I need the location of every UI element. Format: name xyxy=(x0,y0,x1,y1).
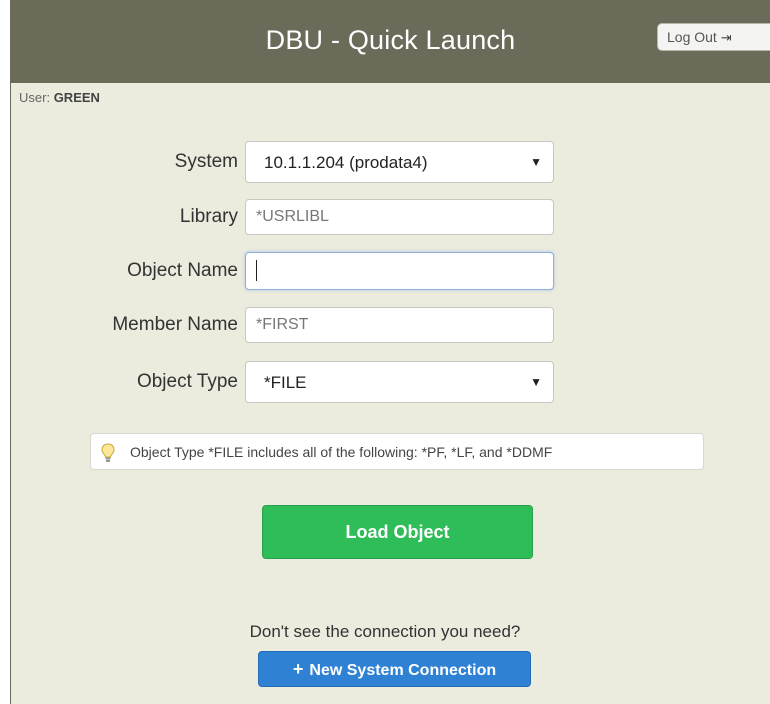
left-border xyxy=(0,0,11,704)
user-name: GREEN xyxy=(53,90,100,105)
member-name-label: Member Name xyxy=(112,314,238,335)
logout-label: Log Out xyxy=(667,29,717,45)
system-row: System 10.1.1.204 (prodata4) ▼ xyxy=(0,141,770,183)
dropdown-arrow-icon: ▼ xyxy=(530,375,542,389)
member-name-input[interactable]: *FIRST xyxy=(245,307,554,343)
object-name-label: Object Name xyxy=(127,260,238,281)
logout-button[interactable]: Log Out ⇥ xyxy=(657,23,770,51)
dropdown-arrow-icon: ▼ xyxy=(530,155,542,169)
object-name-row: Object Name xyxy=(0,252,770,290)
object-type-select[interactable]: *FILE ▼ xyxy=(245,361,554,403)
object-name-input[interactable] xyxy=(245,252,554,290)
sign-out-icon: ⇥ xyxy=(720,30,732,45)
lightbulb-icon xyxy=(101,443,115,466)
library-input[interactable]: *USRLIBL xyxy=(245,199,554,235)
object-type-label: Object Type xyxy=(136,371,238,392)
system-value: 10.1.1.204 (prodata4) xyxy=(264,153,428,172)
load-object-button[interactable]: Load Object xyxy=(262,505,533,559)
member-name-placeholder: *FIRST xyxy=(256,316,309,333)
object-type-value: *FILE xyxy=(264,373,307,392)
text-cursor xyxy=(256,260,257,281)
plus-icon: + xyxy=(292,659,304,679)
connection-help-text: Don't see the connection you need? xyxy=(249,622,521,641)
object-type-tip: Object Type *FILE includes all of the fo… xyxy=(90,433,704,470)
tip-text: Object Type *FILE includes all of the fo… xyxy=(130,444,553,460)
object-type-row: Object Type *FILE ▼ xyxy=(0,361,770,403)
user-info: User: GREEN xyxy=(19,90,100,105)
library-row: Library *USRLIBL xyxy=(0,199,770,235)
system-label: System xyxy=(174,151,238,172)
system-select[interactable]: 10.1.1.204 (prodata4) ▼ xyxy=(245,141,554,183)
library-label: Library xyxy=(179,206,238,227)
user-prefix: User: xyxy=(19,90,51,105)
new-system-connection-button[interactable]: + New System Connection xyxy=(258,651,531,687)
library-placeholder: *USRLIBL xyxy=(256,208,329,225)
member-name-row: Member Name *FIRST xyxy=(0,307,770,343)
new-connection-label: New System Connection xyxy=(309,662,497,679)
